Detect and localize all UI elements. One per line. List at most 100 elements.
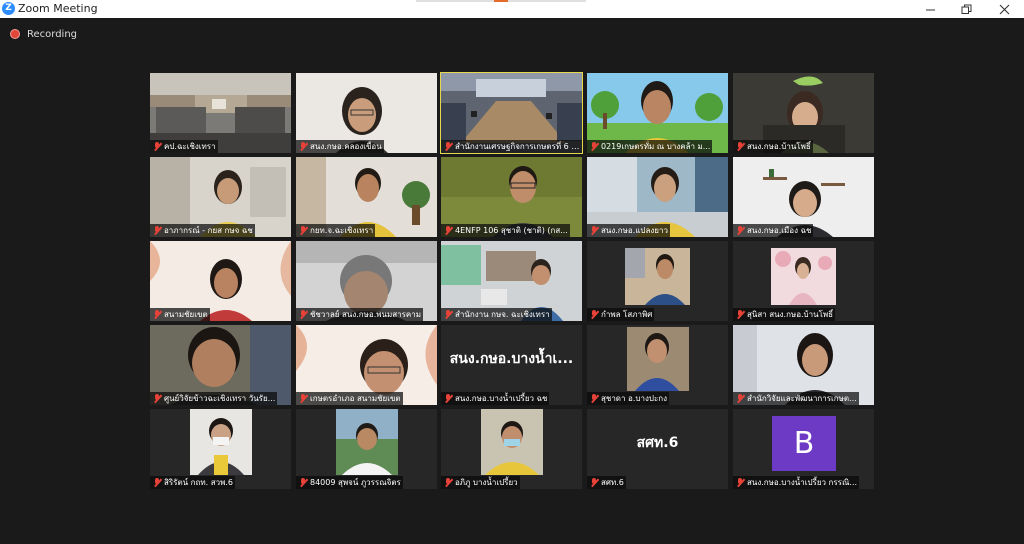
participant-name: กำพล โสภาพิศ: [601, 310, 653, 319]
participant-name: ชัชวาลย์ สนง.กษอ.พนมสารคาม: [310, 310, 422, 319]
restore-button[interactable]: [948, 0, 984, 18]
participant-tile-video-off[interactable]: B สนง.กษอ.บางน้ำเปรี้ยว กรรณิ...: [733, 409, 874, 489]
participant-name-bar: อาภากรณ์ - กยส กษจ ฉช: [150, 224, 255, 237]
participant-name: สนามชัยเขต: [164, 310, 208, 319]
participant-name-bar: สนง.กษอ.บ้านโพธิ์: [733, 140, 813, 153]
participant-tile[interactable]: สำนักงาน กษจ. ฉะเชิงเทรา: [441, 241, 582, 321]
participant-tile[interactable]: อภิภู บางน้ำเปรี้ยว: [441, 409, 582, 489]
participant-tile[interactable]: สนามชัยเขต: [150, 241, 291, 321]
participant-tile[interactable]: อาภากรณ์ - กยส กษจ ฉช: [150, 157, 291, 237]
participant-tile[interactable]: 4ENFP 106 สุชาติ (ชาติ) (กส...: [441, 157, 582, 237]
mic-muted-icon: [736, 142, 744, 151]
participant-name: สำนักงานเศรษฐกิจการเกษตรที่ 6 ม...: [455, 142, 582, 151]
participant-tile-video-off[interactable]: สนง.กษอ.บางน้ำเ... สนง.กษอ.บางน้ำเปรี้ยว…: [441, 325, 582, 405]
participant-name-bar: เกษตรอำเภอ สนามชัยเขต: [296, 392, 403, 405]
participant-tile[interactable]: สำนักวิจัยและพัฒนาการเกษต...: [733, 325, 874, 405]
mic-muted-icon: [590, 394, 598, 403]
participant-name-bar: กยท.จ.ฉะเชิงเทรา: [296, 224, 376, 237]
participant-tile[interactable]: สุชาดา อ.บางปะกง: [587, 325, 728, 405]
mic-muted-icon: [736, 310, 744, 319]
mic-muted-icon: [153, 226, 161, 235]
mic-muted-icon: [299, 226, 307, 235]
mic-muted-icon: [444, 478, 452, 487]
participant-name: 0219เกษตรทั่ม ณ บางคล้า ม...: [601, 142, 711, 151]
participant-tile[interactable]: ศูนย์วิจัยข้าวฉะเชิงเทรา วันรัย...: [150, 325, 291, 405]
participant-name: สนง.กษอ.บางน้ำเปรี้ยว ฉช: [455, 394, 548, 403]
participant-name-bar: สนง.กษอ.บางน้ำเปรี้ยว กรรณิ...: [733, 476, 860, 489]
mic-muted-icon: [736, 226, 744, 235]
participant-name-bar: สนง.กษอ.แปลงยาว: [587, 224, 670, 237]
title-drag-handle[interactable]: [416, 0, 586, 2]
participant-name-bar: 0219เกษตรทั่ม ณ บางคล้า ม...: [587, 140, 713, 153]
participant-tile[interactable]: คป.ฉะเชิงเทรา: [150, 73, 291, 153]
minimize-button[interactable]: [912, 0, 948, 18]
participant-tile[interactable]: สนง.กษอ.แปลงยาว: [587, 157, 728, 237]
participant-tile[interactable]: กยท.จ.ฉะเชิงเทรา: [296, 157, 437, 237]
window-title: Zoom Meeting: [18, 2, 98, 15]
participant-tile-video-off[interactable]: สศท.6 สศท.6: [587, 409, 728, 489]
close-button[interactable]: [986, 0, 1022, 18]
participant-name: อาภากรณ์ - กยส กษจ ฉช: [164, 226, 253, 235]
participant-tile[interactable]: สิริรัตน์ กถท. สวพ.6: [150, 409, 291, 489]
mic-muted-icon: [444, 142, 452, 151]
participant-name: สิริรัตน์ กถท. สวพ.6: [164, 478, 234, 487]
mic-muted-icon: [736, 478, 744, 487]
participant-tile[interactable]: เกษตรอำเภอ สนามชัยเขต: [296, 325, 437, 405]
participant-name: สุชาดา อ.บางปะกง: [601, 394, 667, 403]
participant-name-bar: สนามชัยเขต: [150, 308, 210, 321]
participant-tile[interactable]: กำพล โสภาพิศ: [587, 241, 728, 321]
participant-name-bar: 4ENFP 106 สุชาติ (ชาติ) (กส...: [441, 224, 570, 237]
mic-muted-icon: [590, 142, 598, 151]
participant-tile[interactable]: สนง.กษอ.เมือง ฉช: [733, 157, 874, 237]
mic-muted-icon: [590, 226, 598, 235]
mic-muted-icon: [299, 478, 307, 487]
participant-name: อภิภู บางน้ำเปรี้ยว: [455, 478, 518, 487]
mic-muted-icon: [153, 394, 161, 403]
participant-tile[interactable]: 0219เกษตรทั่ม ณ บางคล้า ม...: [587, 73, 728, 153]
participant-name-bar: ศูนย์วิจัยข้าวฉะเชิงเทรา วันรัย...: [150, 392, 278, 405]
recording-label: Recording: [27, 28, 78, 40]
participant-name-bar: กำพล โสภาพิศ: [587, 308, 655, 321]
participant-name-bar: สิริรัตน์ กถท. สวพ.6: [150, 476, 236, 489]
mic-muted-icon: [736, 394, 744, 403]
mic-muted-icon: [444, 226, 452, 235]
participant-name-bar: สำนักวิจัยและพัฒนาการเกษต...: [733, 392, 859, 405]
zoom-logo-icon: Z: [2, 2, 15, 15]
participant-name: สศท.6: [601, 478, 624, 487]
mic-muted-icon: [153, 478, 161, 487]
participant-tile[interactable]: สนง.กษอ.บ้านโพธิ์: [733, 73, 874, 153]
participant-name: สำนักงาน กษจ. ฉะเชิงเทรา: [455, 310, 550, 319]
mic-muted-icon: [299, 310, 307, 319]
recording-indicator[interactable]: Recording: [10, 28, 77, 40]
mic-muted-icon: [590, 310, 598, 319]
maximize-icon: [961, 4, 971, 14]
participant-name: ศูนย์วิจัยข้าวฉะเชิงเทรา วันรัย...: [164, 394, 276, 403]
participant-tile-active-speaker[interactable]: สำนักงานเศรษฐกิจการเกษตรที่ 6 ม...: [440, 72, 583, 154]
participant-name: สุนิสา สนง.กษอ.บ้านโพธิ์: [747, 310, 834, 319]
mic-muted-icon: [444, 394, 452, 403]
mic-muted-icon: [153, 142, 161, 151]
participant-name-bar: สำนักงาน กษจ. ฉะเชิงเทรา: [441, 308, 552, 321]
participant-name-bar: ชัชวาลย์ สนง.กษอ.พนมสารคาม: [296, 308, 424, 321]
participant-name-bar: สนง.กษอ.บางน้ำเปรี้ยว ฉช: [441, 392, 550, 405]
mic-muted-icon: [444, 310, 452, 319]
recording-dot-icon: [10, 29, 20, 39]
participant-name-bar: คป.ฉะเชิงเทรา: [150, 140, 218, 153]
participant-name: สนง.กษอ.คลองเขื่อน: [310, 142, 382, 151]
participant-name-bar: สุนิสา สนง.กษอ.บ้านโพธิ์: [733, 308, 836, 321]
participant-name: 4ENFP 106 สุชาติ (ชาติ) (กส...: [455, 226, 568, 235]
participant-tile[interactable]: 84009 สุพจน์ ภูวรรณจิตร: [296, 409, 437, 489]
participant-display-name-large: สนง.กษอ.บางน้ำเ...: [449, 351, 574, 367]
mic-muted-icon: [299, 394, 307, 403]
participant-name-bar: 84009 สุพจน์ ภูวรรณจิตร: [296, 476, 403, 489]
participant-tile[interactable]: ชัชวาลย์ สนง.กษอ.พนมสารคาม: [296, 241, 437, 321]
participant-name: เกษตรอำเภอ สนามชัยเขต: [310, 394, 401, 403]
participant-tile[interactable]: สุนิสา สนง.กษอ.บ้านโพธิ์: [733, 241, 874, 321]
participant-name: สนง.กษอ.เมือง ฉช: [747, 226, 812, 235]
participant-name: คป.ฉะเชิงเทรา: [164, 142, 216, 151]
participant-name-bar: สศท.6: [587, 476, 626, 489]
participant-name: สนง.กษอ.บ้านโพธิ์: [747, 142, 811, 151]
participant-name: 84009 สุพจน์ ภูวรรณจิตร: [310, 478, 401, 487]
participant-name: สนง.กษอ.บางน้ำเปรี้ยว กรรณิ...: [747, 478, 858, 487]
participant-tile[interactable]: สนง.กษอ.คลองเขื่อน: [296, 73, 437, 153]
